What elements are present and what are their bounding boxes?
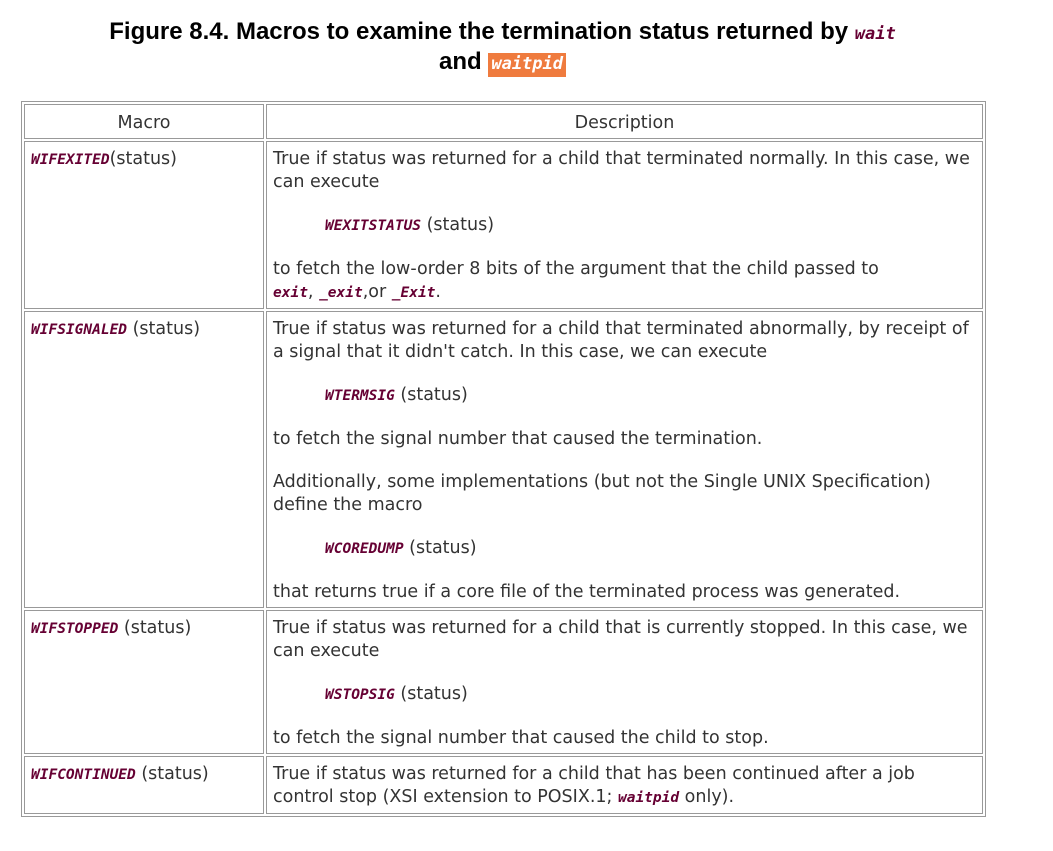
code-args: (status) xyxy=(394,385,468,405)
header-macro: Macro xyxy=(24,104,264,139)
macro-args: (status) xyxy=(127,319,201,339)
caption-code-wait: wait xyxy=(854,24,896,44)
description-cell: True if status was returned for a child … xyxy=(266,610,983,754)
description-text: Additionally, some implementations (but … xyxy=(273,472,931,515)
code-fn-_Exit: _Exit xyxy=(391,285,436,301)
code-macro: WCOREDUMP xyxy=(325,541,404,557)
table-row: WIFSTOPPED (status) True if status was r… xyxy=(24,610,983,754)
code-args: (status) xyxy=(403,538,477,558)
macro-name: WIFSTOPPED xyxy=(31,621,119,637)
separator: , xyxy=(307,282,320,302)
description-text: True if status was returned for a child … xyxy=(273,618,968,661)
description-cell: True if status was returned for a child … xyxy=(266,311,983,608)
macro-name: WIFCONTINUED xyxy=(31,767,136,783)
description-text: to fetch the low-order 8 bits of the arg… xyxy=(273,258,976,305)
description-text: to fetch the signal number that caused t… xyxy=(273,728,769,748)
code-example: WTERMSIG (status) xyxy=(273,384,976,408)
figure-caption: Figure 8.4. Macros to examine the termin… xyxy=(20,18,985,78)
code-fn-exit: exit xyxy=(273,285,308,301)
macro-name: WIFEXITED xyxy=(31,152,110,168)
code-fn-_exit: _exit xyxy=(319,285,363,301)
code-example: WEXITSTATUS (status) xyxy=(273,214,976,238)
table-row: WIFEXITED(status) True if status was ret… xyxy=(24,141,983,309)
code-example: WCOREDUMP (status) xyxy=(273,537,976,561)
header-description: Description xyxy=(266,104,983,139)
macro-cell: WIFSIGNALED (status) xyxy=(24,311,264,608)
caption-code-waitpid-highlighted: waitpid xyxy=(488,53,566,77)
table-header-row: Macro Description xyxy=(24,104,983,139)
code-macro: WTERMSIG xyxy=(325,388,395,404)
macro-args: (status) xyxy=(118,618,192,638)
macros-table: Macro Description WIFEXITED(status) True… xyxy=(21,101,986,817)
period: . xyxy=(435,282,441,302)
description-text: that returns true if a core file of the … xyxy=(273,582,901,602)
description-fragment: only). xyxy=(679,787,735,807)
code-macro: WEXITSTATUS xyxy=(325,218,422,234)
description-fragment: True if status was returned for a child … xyxy=(273,764,915,807)
caption-text: Figure 8.4. Macros to examine the termin… xyxy=(109,18,849,45)
description-text: to fetch the signal number that caused t… xyxy=(273,429,763,449)
code-fn-waitpid: waitpid xyxy=(617,790,680,806)
description-fragment: to fetch the low-order 8 bits of the arg… xyxy=(273,259,879,279)
macro-cell: WIFCONTINUED (status) xyxy=(24,756,264,814)
macro-cell: WIFSTOPPED (status) xyxy=(24,610,264,754)
macro-args: (status) xyxy=(135,764,209,784)
description-text: True if status was returned for a child … xyxy=(273,763,976,810)
description-cell: True if status was returned for a child … xyxy=(266,141,983,309)
code-macro: WSTOPSIG xyxy=(325,687,395,703)
macro-cell: WIFEXITED(status) xyxy=(24,141,264,309)
macro-name: WIFSIGNALED xyxy=(31,322,128,338)
code-example: WSTOPSIG (status) xyxy=(273,683,976,707)
separator: ,or xyxy=(362,282,392,302)
code-args: (status) xyxy=(394,684,468,704)
description-text: True if status was returned for a child … xyxy=(273,319,969,362)
caption-and: and xyxy=(439,48,482,75)
table-row: WIFCONTINUED (status) True if status was… xyxy=(24,756,983,814)
description-text: True if status was returned for a child … xyxy=(273,149,970,192)
macro-args: (status) xyxy=(109,149,178,169)
description-cell: True if status was returned for a child … xyxy=(266,756,983,814)
code-args: (status) xyxy=(421,215,495,235)
table-row: WIFSIGNALED (status) True if status was … xyxy=(24,311,983,608)
